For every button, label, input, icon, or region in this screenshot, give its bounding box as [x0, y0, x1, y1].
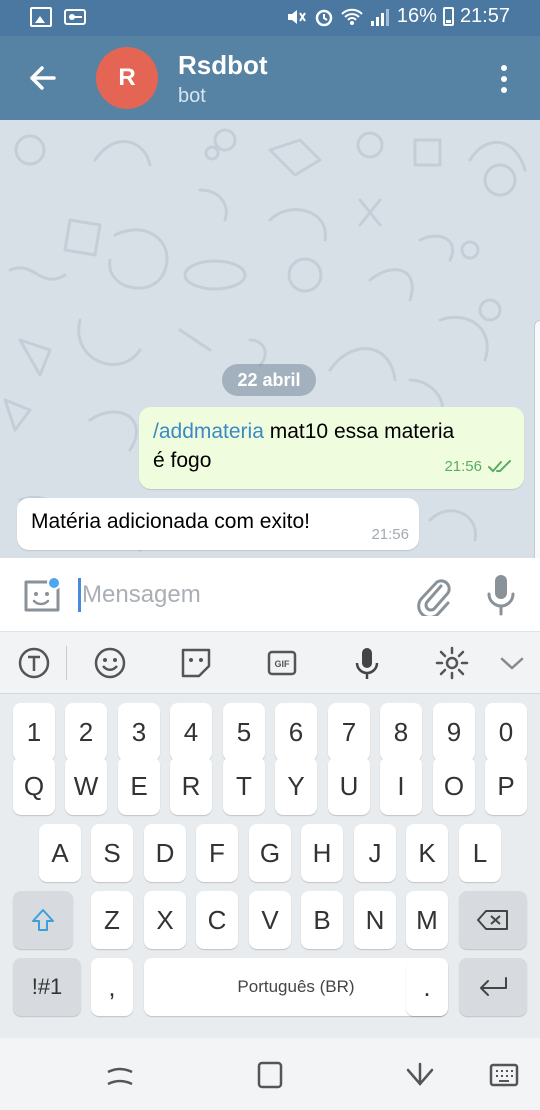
- toolbar-divider: [66, 646, 67, 680]
- key[interactable]: K: [406, 824, 448, 882]
- key[interactable]: L: [459, 824, 501, 882]
- vpn-key-icon: [64, 9, 86, 25]
- key[interactable]: O: [433, 757, 475, 815]
- alarm-icon: [315, 9, 333, 26]
- backspace-key[interactable]: [459, 891, 527, 949]
- chat-area[interactable]: 22 abril /addmateria mat10 essa materia …: [0, 120, 540, 558]
- incoming-time: 21:56: [371, 526, 409, 543]
- key[interactable]: S: [91, 824, 133, 882]
- key[interactable]: C: [196, 891, 238, 949]
- mute-icon: [287, 9, 306, 24]
- navigation-bar: [0, 1038, 540, 1110]
- text-translate-icon[interactable]: [16, 645, 52, 681]
- paperclip-icon[interactable]: [413, 574, 453, 616]
- sticker-icon[interactable]: [178, 645, 214, 681]
- key[interactable]: J: [354, 824, 396, 882]
- chevron-down-icon[interactable]: [494, 645, 530, 681]
- scrollbar[interactable]: [534, 320, 540, 558]
- key[interactable]: 1: [13, 703, 55, 761]
- back-arrow-icon[interactable]: [24, 58, 60, 98]
- key[interactable]: Z: [91, 891, 133, 949]
- key[interactable]: E: [118, 757, 160, 815]
- chat-header: R Rsdbot bot: [0, 36, 540, 120]
- key[interactable]: I: [380, 757, 422, 815]
- enter-icon: [480, 977, 507, 996]
- chat-wallpaper: [3, 128, 527, 552]
- voice-input-icon[interactable]: [349, 645, 385, 681]
- svg-text:GIF: GIF: [275, 659, 291, 669]
- key[interactable]: G: [249, 824, 291, 882]
- gif-icon[interactable]: GIF: [264, 645, 300, 681]
- backspace-icon: [477, 910, 508, 930]
- key[interactable]: D: [144, 824, 186, 882]
- key[interactable]: 7: [328, 703, 370, 761]
- keyboard: 1 2 3 4 5 6 7 8 9 0 Q W E R T Y U I O P …: [0, 694, 540, 1038]
- bot-command-link[interactable]: /addmateria: [153, 420, 264, 443]
- key[interactable]: P: [485, 757, 527, 815]
- double-check-icon: [488, 459, 511, 472]
- comma-key[interactable]: ,: [91, 958, 133, 1016]
- incoming-text: Matéria adicionada com exito!: [31, 510, 310, 533]
- settings-gear-icon[interactable]: [434, 645, 470, 681]
- more-menu-icon[interactable]: [492, 62, 516, 96]
- back-nav-icon[interactable]: [404, 1060, 436, 1090]
- key[interactable]: 4: [170, 703, 212, 761]
- key[interactable]: M: [406, 891, 448, 949]
- message-input[interactable]: [82, 576, 382, 614]
- text-caret: [78, 578, 81, 612]
- key[interactable]: 3: [118, 703, 160, 761]
- home-icon[interactable]: [254, 1060, 286, 1090]
- outgoing-message[interactable]: /addmateria mat10 essa materia é fogo 21…: [139, 407, 524, 489]
- key[interactable]: 9: [433, 703, 475, 761]
- enter-key[interactable]: [459, 958, 527, 1016]
- date-chip: 22 abril: [222, 364, 316, 396]
- key[interactable]: N: [354, 891, 396, 949]
- status-bar: 16% 21:57: [0, 0, 540, 36]
- key[interactable]: A: [39, 824, 81, 882]
- emoji-icon[interactable]: [92, 645, 128, 681]
- key[interactable]: 0: [485, 703, 527, 761]
- battery-icon: [442, 7, 454, 26]
- battery-percent: 16%: [396, 5, 437, 27]
- image-icon: [30, 7, 52, 27]
- outgoing-text-line2: é fogo: [153, 449, 212, 472]
- key[interactable]: X: [144, 891, 186, 949]
- key[interactable]: 8: [380, 703, 422, 761]
- key[interactable]: Y: [275, 757, 317, 815]
- wifi-icon: [341, 8, 363, 25]
- incoming-message[interactable]: Matéria adicionada com exito! 21:56: [17, 498, 419, 550]
- symbols-key[interactable]: !#1: [13, 958, 81, 1016]
- outgoing-text-line1: mat10 essa materia: [263, 420, 455, 443]
- clock: 21:57: [459, 5, 510, 27]
- key[interactable]: H: [301, 824, 343, 882]
- keyboard-toolbar: GIF: [0, 632, 540, 694]
- key[interactable]: F: [196, 824, 238, 882]
- microphone-icon[interactable]: [484, 572, 518, 618]
- space-key[interactable]: Português (BR): [144, 958, 448, 1016]
- key[interactable]: V: [249, 891, 291, 949]
- message-composer: [0, 558, 540, 632]
- shift-key[interactable]: [13, 891, 73, 949]
- period-key[interactable]: .: [406, 958, 448, 1016]
- key[interactable]: B: [301, 891, 343, 949]
- avatar[interactable]: R: [96, 47, 158, 109]
- key[interactable]: U: [328, 757, 370, 815]
- key[interactable]: 6: [275, 703, 317, 761]
- outgoing-time: 21:56: [444, 458, 482, 475]
- chat-subtitle: bot: [178, 85, 206, 107]
- new-sticker-dot: [47, 576, 61, 590]
- chat-title[interactable]: Rsdbot: [178, 50, 268, 81]
- shift-arrow-icon: [32, 909, 54, 931]
- key[interactable]: W: [65, 757, 107, 815]
- signal-icon: [370, 8, 389, 26]
- key[interactable]: Q: [13, 757, 55, 815]
- recent-apps-icon[interactable]: [104, 1060, 136, 1090]
- key[interactable]: 5: [223, 703, 265, 761]
- key[interactable]: R: [170, 757, 212, 815]
- key[interactable]: 2: [65, 703, 107, 761]
- key[interactable]: T: [223, 757, 265, 815]
- keyboard-switch-icon[interactable]: [488, 1060, 520, 1090]
